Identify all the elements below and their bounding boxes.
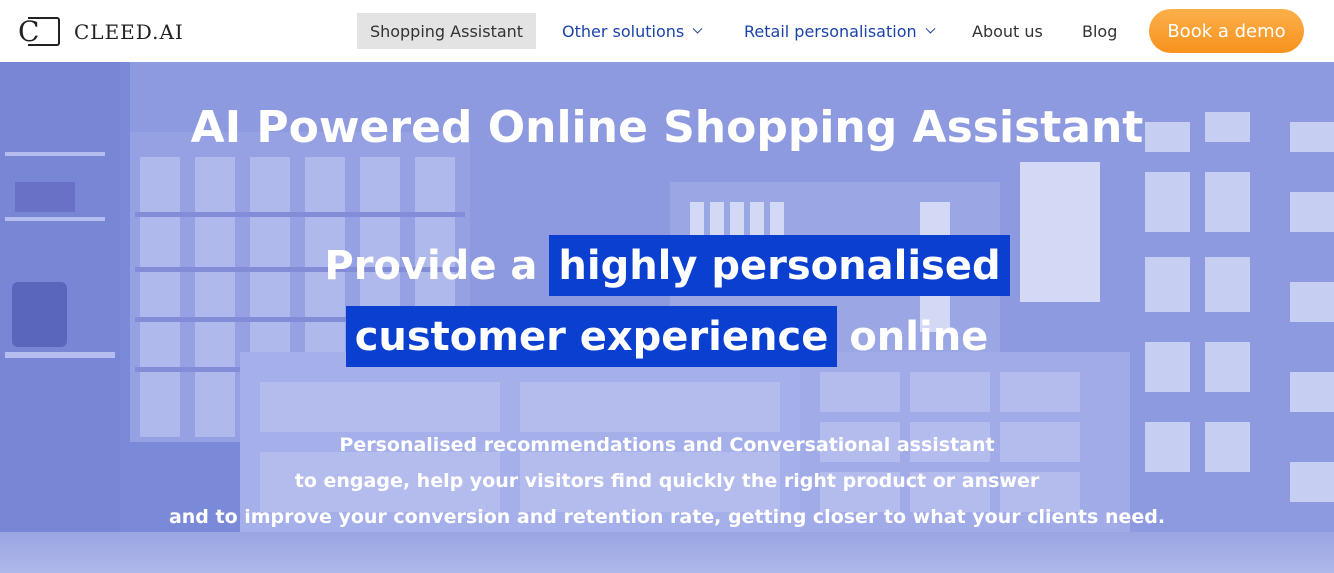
logo-mark-icon: C: [18, 15, 62, 48]
hero-description-line: Personalised recommendations and Convers…: [339, 434, 995, 456]
nav-item-label: Shopping Assistant: [369, 21, 524, 41]
top-navigation: C CLEED.AI Shopping Assistant Other solu…: [0, 0, 1334, 62]
hero-title: AI Powered Online Shopping Assistant: [190, 102, 1144, 153]
nav-item-retail-personalisation[interactable]: Retail personalisation: [744, 13, 936, 49]
hero-description-line: and to improve your conversion and reten…: [168, 506, 1166, 528]
hero-headline-line-1: Provide a highly personalised: [0, 235, 1334, 296]
brand-logo[interactable]: C CLEED.AI: [18, 15, 184, 48]
nav-item-about-us[interactable]: About us: [972, 13, 1043, 49]
chevron-down-icon: [925, 23, 936, 34]
nav-item-label: About us: [972, 21, 1043, 41]
nav-item-other-solutions[interactable]: Other solutions: [562, 13, 703, 49]
book-demo-button[interactable]: Book a demo: [1149, 9, 1304, 53]
logo-text: CLEED.AI: [74, 19, 184, 44]
headline-plain-text: online: [849, 313, 989, 360]
nav-item-blog[interactable]: Blog: [1082, 13, 1117, 49]
headline-highlight: highly personalised: [549, 235, 1010, 296]
hero-headline-line-2: customer experience online: [0, 306, 1334, 367]
chevron-down-icon: [692, 23, 703, 34]
hero-section: AI Powered Online Shopping Assistant Pro…: [0, 62, 1334, 573]
nav-item-label: Retail personalisation: [744, 21, 917, 41]
logo-frame: [28, 17, 60, 46]
nav-item-shopping-assistant[interactable]: Shopping Assistant: [357, 13, 536, 49]
headline-highlight: customer experience: [345, 306, 838, 367]
nav-item-label: Blog: [1082, 21, 1118, 41]
headline-plain-text: Provide a: [324, 242, 538, 289]
hero-description-line: to engage, help your visitors find quick…: [294, 470, 1040, 492]
nav-item-label: Other solutions: [562, 21, 685, 41]
